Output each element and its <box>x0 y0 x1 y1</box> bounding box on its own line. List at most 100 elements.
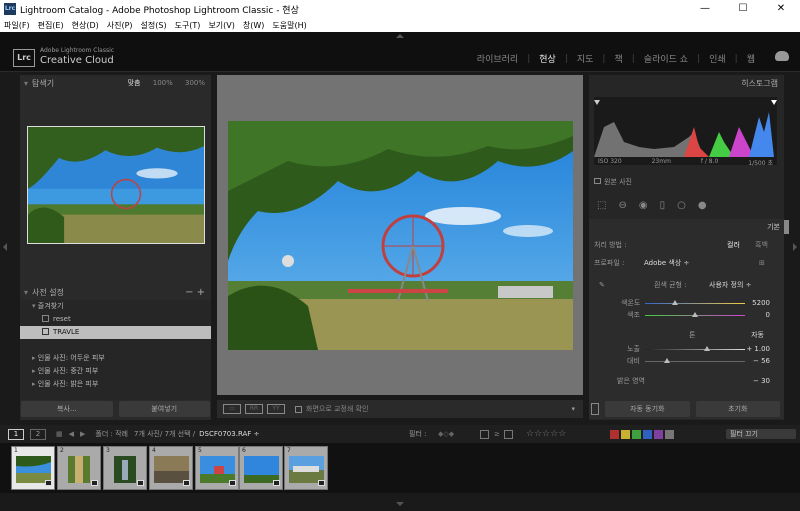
tint-slider[interactable] <box>645 312 745 317</box>
module-print[interactable]: 인쇄 <box>700 52 735 65</box>
thumbnail[interactable]: 7 <box>284 446 328 490</box>
menu-settings[interactable]: 설정(S) <box>141 20 167 31</box>
zoom-fit[interactable]: 맞춤 <box>128 79 141 87</box>
minimize-button[interactable]: — <box>686 0 724 18</box>
thumbnail[interactable]: 5 <box>195 446 239 490</box>
rating-compare-icon[interactable] <box>480 429 489 439</box>
paste-button[interactable]: 붙여넣기 <box>118 401 210 417</box>
exposure-value[interactable]: + 1.00 <box>746 343 770 355</box>
thumbnail[interactable]: 6 <box>239 446 283 490</box>
zoom-100[interactable]: 100% <box>153 79 173 87</box>
menu-view[interactable]: 보기(V) <box>208 20 234 31</box>
histogram[interactable] <box>594 97 777 165</box>
exposure-knob[interactable] <box>704 346 710 351</box>
preset-reset[interactable]: reset <box>20 313 211 326</box>
flag-filter-icon[interactable]: ◆◇◆ <box>438 430 454 438</box>
preset-travle[interactable]: TRAVLE <box>20 326 211 339</box>
menu-photo[interactable]: 사진(P) <box>107 20 133 31</box>
graduated-filter-icon[interactable]: ▯ <box>660 200 666 211</box>
sync-toggle-icon[interactable] <box>591 403 599 415</box>
profile-select[interactable]: Adobe 색상 ÷ <box>644 257 689 269</box>
color-yellow-swatch[interactable] <box>621 429 630 439</box>
contrast-value[interactable]: − 56 <box>753 355 770 367</box>
contrast-slider[interactable] <box>645 358 745 363</box>
preset-group-dark-skin[interactable]: ▸ 인물 사진: 어두운 피부 <box>20 352 211 365</box>
right-panel-scrollbar[interactable] <box>784 220 789 234</box>
menu-edit[interactable]: 편집(E) <box>38 20 64 31</box>
module-slideshow[interactable]: 슬라이드 쇼 <box>635 52 697 65</box>
copy-button[interactable]: 복사... <box>21 401 113 417</box>
menu-tools[interactable]: 도구(T) <box>175 20 201 31</box>
temp-value[interactable]: 5200 <box>752 297 770 309</box>
thumbnail[interactable]: 1 <box>11 446 55 490</box>
back-arrow-icon[interactable]: ◀ <box>69 430 74 438</box>
color-other-swatch[interactable] <box>665 429 674 439</box>
toolbar-menu-chevron-icon[interactable]: ▾ <box>571 405 575 413</box>
creative-cloud-icon[interactable] <box>775 51 789 61</box>
temp-knob[interactable] <box>672 300 678 305</box>
grid-view-icon[interactable]: ▦ <box>56 430 63 438</box>
top-panel-toggle-icon[interactable] <box>396 34 404 38</box>
navigator-header[interactable]: ▾ 탐색기 맞춤 100% 300% <box>20 75 211 91</box>
original-photo-toggle[interactable]: 원본 사진 <box>594 177 632 187</box>
current-file[interactable]: DSCF0703.RAF ÷ <box>199 430 259 438</box>
zoom-300[interactable]: 300% <box>185 79 205 87</box>
spot-removal-icon[interactable]: ⊖ <box>618 200 626 211</box>
color-red-swatch[interactable] <box>610 429 619 439</box>
sync-button[interactable]: 자동 동기화 <box>605 401 690 417</box>
navigator-preview[interactable] <box>27 126 205 244</box>
close-button[interactable]: ✕ <box>762 0 800 18</box>
module-web[interactable]: 웹 <box>738 52 764 65</box>
menu-help[interactable]: 도움말(H) <box>272 20 306 31</box>
profile-browser-icon[interactable]: ⊞ <box>759 257 765 269</box>
preset-group-favorites[interactable]: ▾ 즐겨찾기 <box>20 300 211 313</box>
thumbnail[interactable]: 3 <box>103 446 147 490</box>
tint-value[interactable]: 0 <box>766 309 770 321</box>
module-book[interactable]: 책 <box>605 52 631 65</box>
maximize-button[interactable]: ☐ <box>724 0 762 18</box>
red-eye-icon[interactable]: ◉ <box>639 200 648 211</box>
thumbnail[interactable]: 2 <box>57 446 101 490</box>
adjustment-brush-icon[interactable]: ● <box>698 200 707 211</box>
main-photo[interactable] <box>228 121 573 350</box>
module-map[interactable]: 지도 <box>568 52 603 65</box>
wb-select[interactable]: 사용자 정의 ÷ <box>709 279 752 291</box>
color-blue-swatch[interactable] <box>643 429 652 439</box>
add-remove-preset-icon[interactable]: − + <box>185 287 205 298</box>
menu-develop[interactable]: 현상(D) <box>72 20 99 31</box>
source-label[interactable]: 폴더 : 작례 <box>95 429 128 439</box>
rating-operator[interactable]: ≥ <box>494 430 500 438</box>
treatment-bw[interactable]: 흑백 <box>755 239 768 251</box>
forward-arrow-icon[interactable]: ▶ <box>80 430 85 438</box>
wb-eyedropper-icon[interactable]: ✎ <box>599 279 605 291</box>
color-label-filter[interactable] <box>610 429 676 439</box>
left-panel-toggle-icon[interactable] <box>3 243 7 251</box>
preset-group-medium-skin[interactable]: ▸ 인물 사진: 중간 피부 <box>20 365 211 378</box>
rating-box-icon[interactable] <box>504 429 513 439</box>
before-after-swap-icon[interactable]: YY <box>267 404 285 414</box>
highlights-value[interactable]: − 30 <box>753 375 770 387</box>
filmstrip-toggle-icon[interactable] <box>396 502 404 506</box>
menu-file[interactable]: 파일(F) <box>4 20 30 31</box>
soft-proof-checkbox[interactable] <box>295 405 302 413</box>
preset-group-light-skin[interactable]: ▸ 인물 사진: 밝은 피부 <box>20 378 211 391</box>
thumbnail[interactable]: 4 <box>149 446 193 490</box>
tint-knob[interactable] <box>692 312 698 317</box>
presets-header[interactable]: ▾ 사전 설정 − + <box>20 285 211 299</box>
reset-button[interactable]: 초기화 <box>695 401 780 417</box>
module-library[interactable]: 라이브러리 <box>468 52 527 65</box>
star-filter-icon[interactable]: ☆☆☆☆☆ <box>526 429 566 439</box>
contrast-knob[interactable] <box>664 358 670 363</box>
module-develop[interactable]: 현상 <box>530 52 565 65</box>
loupe-view-icon[interactable]: ▭ <box>223 404 241 414</box>
treatment-color[interactable]: 컬러 <box>727 239 740 251</box>
radial-filter-icon[interactable]: ○ <box>677 200 686 211</box>
exposure-slider[interactable] <box>645 346 745 351</box>
before-after-icon[interactable]: RR <box>245 404 263 414</box>
color-green-swatch[interactable] <box>632 429 641 439</box>
window-2-button[interactable]: 2 <box>30 428 46 440</box>
temp-slider[interactable] <box>645 300 745 305</box>
window-1-button[interactable]: 1 <box>8 428 24 440</box>
tone-auto-button[interactable]: 자동 <box>751 329 764 341</box>
filter-preset-select[interactable]: 필터 끄기 <box>726 429 796 439</box>
